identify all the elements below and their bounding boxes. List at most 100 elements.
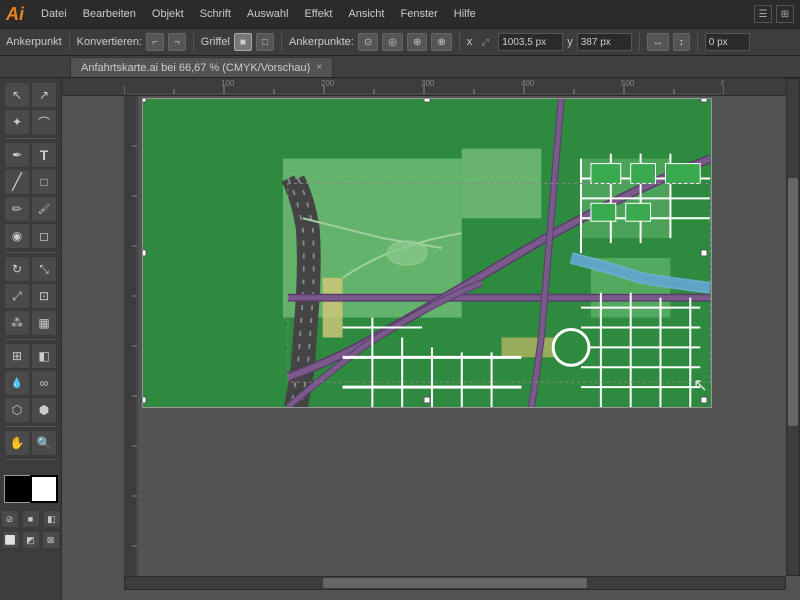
type-tool[interactable]: T: [31, 142, 57, 168]
svg-text:400: 400: [521, 79, 535, 88]
v-scrollbar[interactable]: [786, 78, 800, 576]
h-scroll-thumb[interactable]: [323, 578, 587, 588]
menu-auswahl[interactable]: Auswahl: [240, 5, 296, 23]
v-scroll-thumb[interactable]: [788, 178, 798, 426]
tool-row-pencil: ✏ 🖌: [4, 196, 57, 222]
mesh-tool[interactable]: ⊞: [4, 343, 30, 369]
mode-icon[interactable]: ☰: [754, 5, 772, 23]
eyedropper-tool[interactable]: 💧: [4, 370, 30, 396]
svg-text:200: 200: [321, 79, 335, 88]
anchor-btn-4[interactable]: ⊗: [431, 33, 451, 51]
tool-row-hand: ✋ 🔍: [4, 430, 57, 456]
anchor-bc[interactable]: [424, 397, 431, 404]
reflect-h-btn[interactable]: ↔: [647, 33, 669, 51]
sep1: [69, 33, 70, 51]
anchor-mr[interactable]: [701, 250, 708, 257]
griffel-btn-2[interactable]: □: [256, 33, 274, 51]
fullscreen-btn[interactable]: ⊠: [42, 531, 60, 549]
sep3: [281, 33, 282, 51]
tool-sep-5: [6, 459, 56, 460]
warp-tool[interactable]: ⤢: [4, 283, 30, 309]
select-tool[interactable]: ↖: [4, 82, 30, 108]
gradient-swatch-btn[interactable]: ◧: [43, 510, 61, 528]
y-input[interactable]: [577, 33, 632, 51]
stroke-swatch[interactable]: [30, 475, 58, 503]
anchor-tr[interactable]: [701, 98, 708, 103]
fill-swatch[interactable]: [4, 475, 32, 503]
document-tab[interactable]: Anfahrtskarte.ai bei 66,67 % (CMYK/Vorsc…: [70, 57, 333, 77]
symbol-sprayer-tool[interactable]: ⁂: [4, 310, 30, 336]
anchor-tl[interactable]: [142, 98, 147, 103]
anchor-btn-1[interactable]: ⊙: [358, 33, 378, 51]
reflect-v-btn[interactable]: ↕: [673, 33, 690, 51]
magic-wand-tool[interactable]: ✦: [4, 109, 30, 135]
svg-text:600: 600: [721, 79, 724, 88]
anchor-ml[interactable]: [142, 250, 147, 257]
tab-title: Anfahrtskarte.ai bei 66,67 % (CMYK/Vorsc…: [81, 62, 310, 74]
gradient-tool[interactable]: ◧: [31, 343, 57, 369]
rotate-tool[interactable]: ↻: [4, 256, 30, 282]
anchor-tc[interactable]: [424, 98, 431, 103]
hand-tool[interactable]: ✋: [4, 430, 30, 456]
arrange-icon[interactable]: ⊞: [776, 5, 794, 23]
menu-effekt[interactable]: Effekt: [297, 5, 339, 23]
menu-hilfe[interactable]: Hilfe: [447, 5, 483, 23]
map-container: [142, 98, 712, 408]
h-scrollbar[interactable]: [124, 576, 786, 590]
tool-row-rotate: ↻ ⤡: [4, 256, 57, 282]
control-bar: Ankerpunkt Konvertieren: ⌐ ¬ Griffel ■ □…: [0, 28, 800, 56]
lasso-tool[interactable]: ⌒: [31, 109, 57, 135]
ankerpunkt-label: Ankerpunkt: [6, 36, 62, 48]
menu-fenster[interactable]: Fenster: [393, 5, 444, 23]
tool-row-pen: ✒ T: [4, 142, 57, 168]
cursor-indicator: ↖: [693, 375, 708, 396]
x-chain-icon: ⤢: [476, 33, 494, 51]
tool-row-mesh: ⊞ ◧: [4, 343, 57, 369]
graph-tool[interactable]: ▦: [31, 310, 57, 336]
blend-tool[interactable]: ∞: [31, 370, 57, 396]
corner-btn-2[interactable]: ¬: [168, 33, 186, 51]
anchor-btn-3[interactable]: ⊕: [407, 33, 427, 51]
anchor-btn-2[interactable]: ◎: [382, 33, 403, 51]
change-screen-mode-btn[interactable]: ⬜: [2, 531, 20, 549]
eraser-tool[interactable]: ◻: [31, 223, 57, 249]
tool-sep-1: [6, 138, 56, 139]
left-toolbar: ↖ ↗ ✦ ⌒ ✒ T ╱ □ ✏ 🖌 ◉ ◻ ↻ ⤡ ⤢: [0, 78, 62, 600]
color-btn[interactable]: ■: [22, 510, 40, 528]
menu-schrift[interactable]: Schrift: [193, 5, 238, 23]
blob-brush-tool[interactable]: ◉: [4, 223, 30, 249]
x-input[interactable]: [498, 33, 563, 51]
color-swatch-area: [4, 467, 58, 507]
perspective-tool[interactable]: ⬢: [31, 397, 57, 423]
direct-select-tool[interactable]: ↗: [31, 82, 57, 108]
tool-row-eyedropper: 💧 ∞: [4, 370, 57, 396]
menu-bearbeiten[interactable]: Bearbeiten: [76, 5, 143, 23]
griffel-btn-1[interactable]: ■: [234, 33, 252, 51]
zoom-tool[interactable]: 🔍: [31, 430, 57, 456]
fill-none-btn[interactable]: ⊘: [1, 510, 19, 528]
extra-input[interactable]: [705, 33, 750, 51]
live-paint-tool[interactable]: ⬡: [4, 397, 30, 423]
menu-datei[interactable]: Datei: [34, 5, 74, 23]
svg-text:500: 500: [621, 79, 635, 88]
tool-sep-2: [6, 252, 56, 253]
scale-tool[interactable]: ⤡: [31, 256, 57, 282]
anchor-bl[interactable]: [142, 397, 147, 404]
line-tool[interactable]: ╱: [4, 169, 30, 195]
pencil-tool[interactable]: ✏: [4, 196, 30, 222]
anchor-br[interactable]: [701, 397, 708, 404]
map-svg: [143, 99, 711, 407]
tool-row-symbol: ⁂ ▦: [4, 310, 57, 336]
sep4: [459, 33, 460, 51]
screen-mode-btn[interactable]: ◩: [22, 531, 40, 549]
tool-row-lasso: ✦ ⌒: [4, 109, 57, 135]
rect-tool[interactable]: □: [31, 169, 57, 195]
menu-objekt[interactable]: Objekt: [145, 5, 191, 23]
pen-tool[interactable]: ✒: [4, 142, 30, 168]
tab-close-btn[interactable]: ×: [316, 62, 322, 73]
corner-btn-1[interactable]: ⌐: [146, 33, 164, 51]
app-logo: Ai: [6, 5, 24, 23]
brush-tool[interactable]: 🖌: [31, 196, 57, 222]
menu-ansicht[interactable]: Ansicht: [341, 5, 391, 23]
free-transform-tool[interactable]: ⊡: [31, 283, 57, 309]
